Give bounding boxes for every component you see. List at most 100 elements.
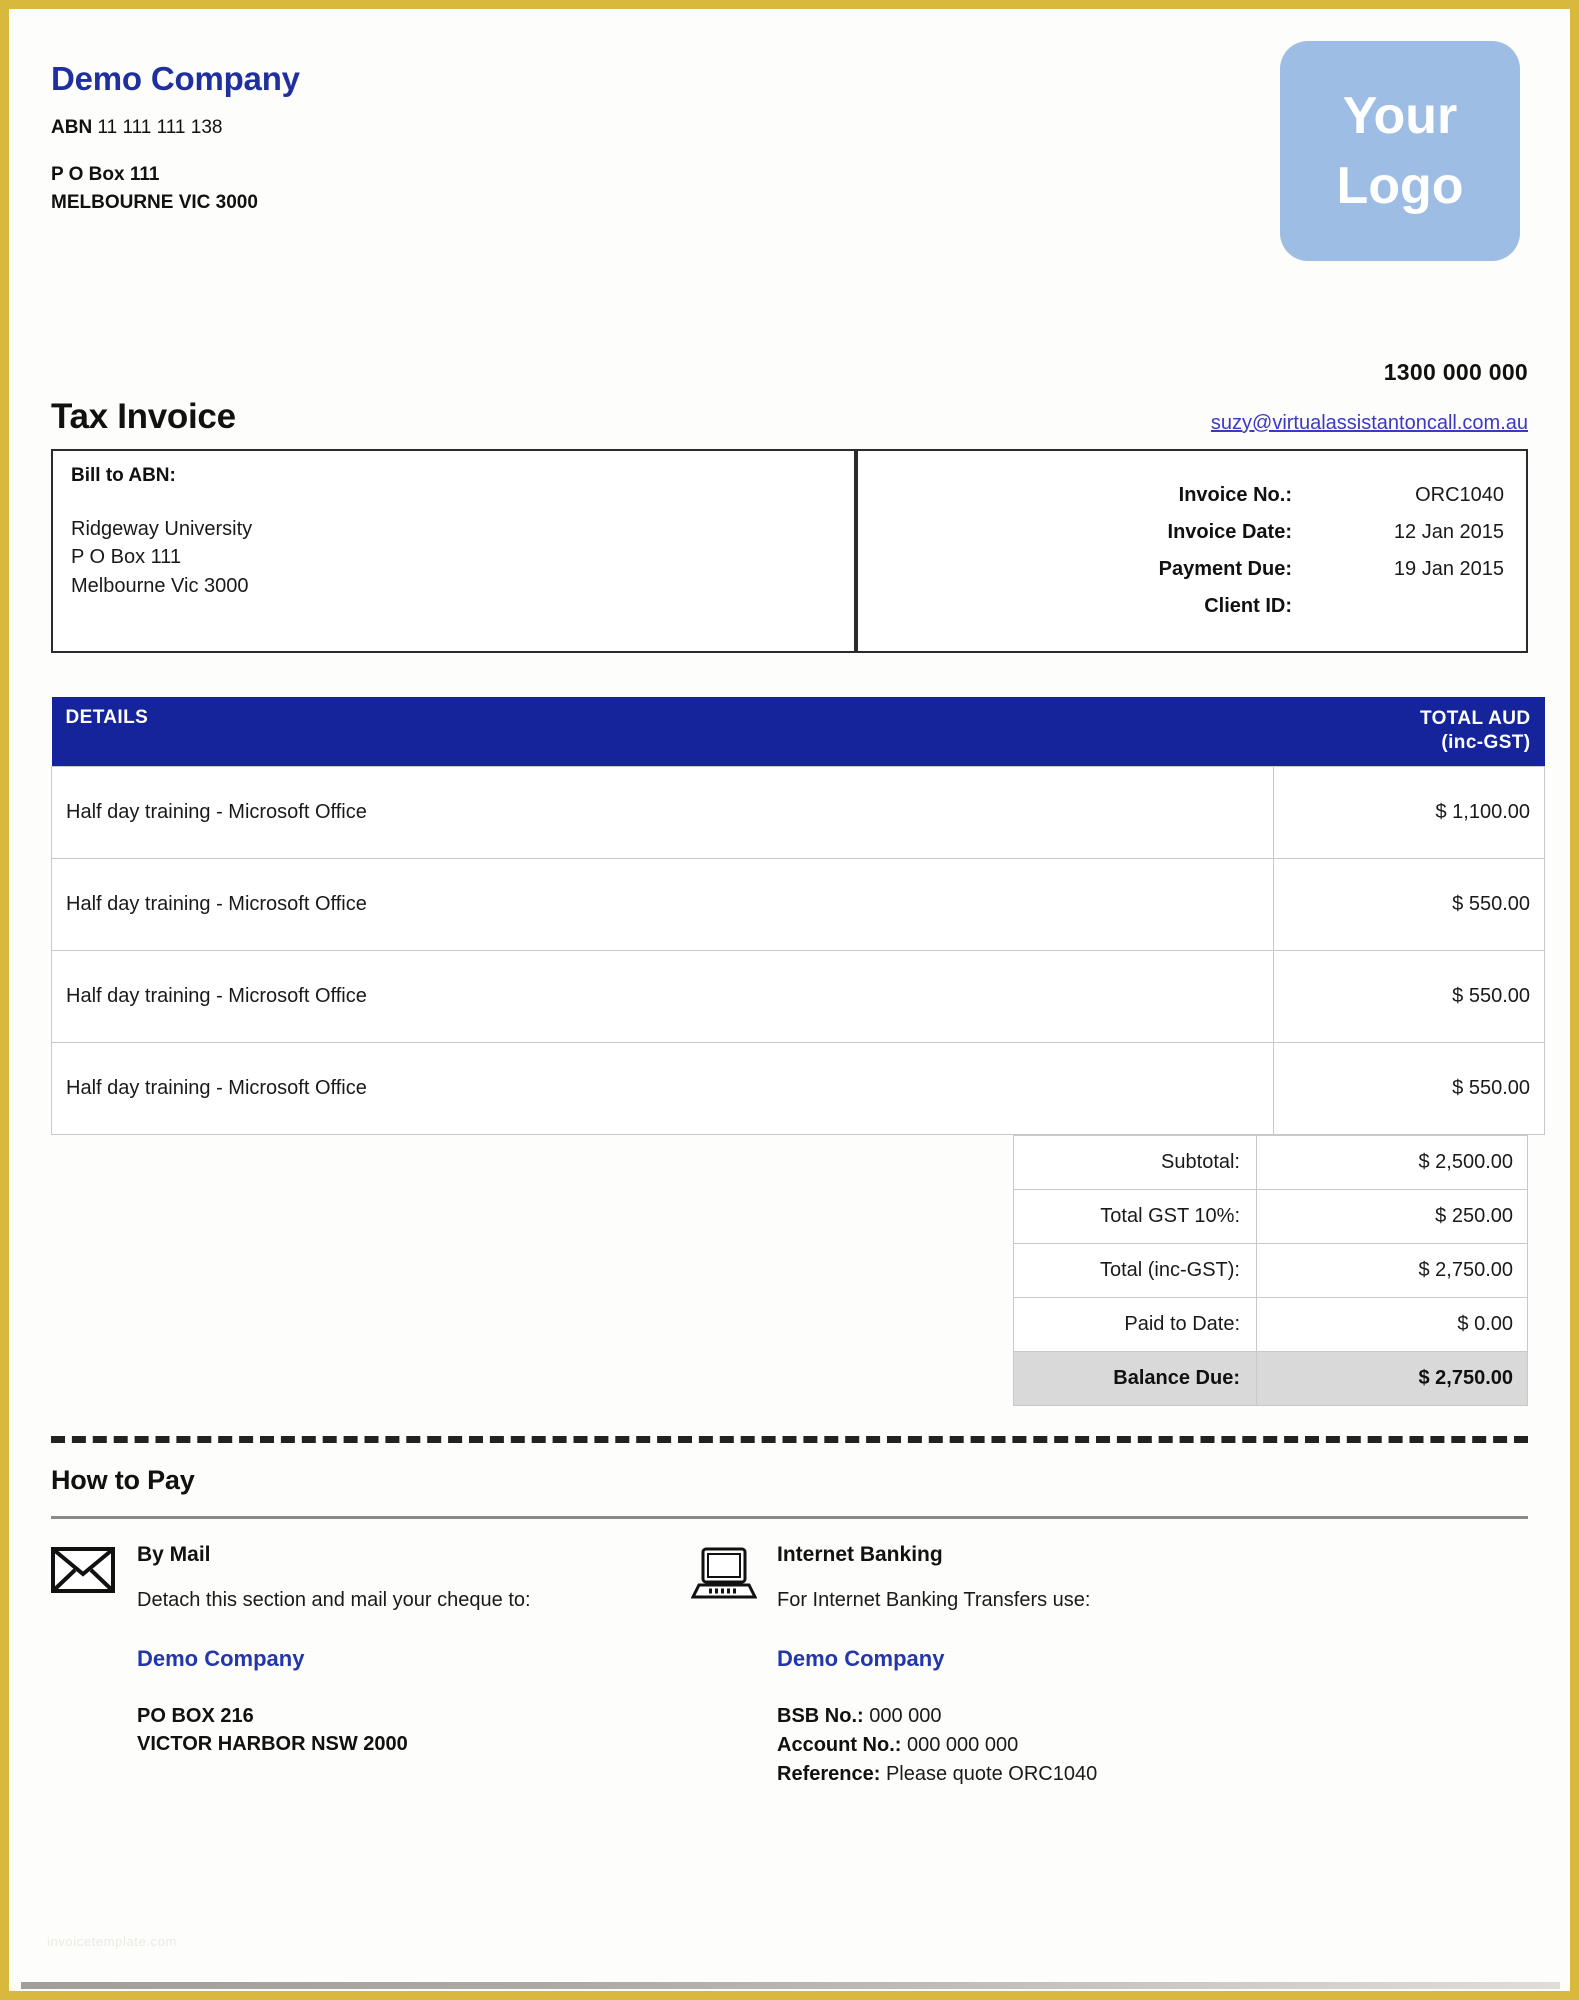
balance-due-value: $ 2,750.00 — [1256, 1350, 1528, 1406]
phone-number: 1300 000 000 — [1383, 359, 1528, 385]
logo-line-1: Your — [1342, 86, 1458, 145]
company-address-line1: P O Box 111 — [51, 164, 160, 186]
invoice-no-value: ORC1040 — [1415, 484, 1504, 506]
abn-number: 11 111 111 138 — [97, 117, 223, 139]
internet-banking-body: Internet Banking For Internet Banking Tr… — [777, 1541, 1097, 1790]
internet-banking-instruction: For Internet Banking Transfers use: — [777, 1588, 1091, 1611]
totals-table: Subtotal: $ 2,500.00 Total GST 10%: $ 25… — [1013, 1134, 1528, 1406]
gst-value: $ 250.00 — [1256, 1188, 1528, 1244]
envelope-icon — [51, 1541, 137, 1790]
payment-due-value: 19 Jan 2015 — [1393, 558, 1504, 580]
balance-due-label: Balance Due: — [1013, 1350, 1257, 1406]
detach-dashed-divider — [51, 1435, 1528, 1443]
watermark-text: invoicetemplate.com — [47, 1934, 177, 1949]
mail-address-line1: PO BOX 216 — [137, 1704, 254, 1727]
abn-line: ABN 11 111 111 138 — [51, 117, 300, 139]
totals-wrap: Subtotal: $ 2,500.00 Total GST 10%: $ 25… — [51, 1134, 1528, 1406]
column-header-details: DETAILS — [51, 697, 1274, 767]
reference-label: Reference: — [777, 1763, 881, 1785]
item-amount: $ 550.00 — [1273, 1041, 1545, 1135]
invoice-title-row: Tax Invoice — [51, 397, 1528, 437]
bill-to-heading: Bill to ABN: — [71, 465, 176, 486]
invoice-date-label: Invoice Date: — [1167, 521, 1292, 543]
account-value: 000 000 000 — [907, 1733, 1019, 1756]
paid-to-date-label: Paid to Date: — [1013, 1296, 1257, 1352]
payment-method-internet-banking: Internet Banking For Internet Banking Tr… — [690, 1541, 1331, 1790]
item-description: Half day training - Microsoft Office — [51, 765, 1274, 859]
client-id-label: Client ID: — [1204, 595, 1292, 617]
bill-to-line2: P O Box 111 — [71, 546, 182, 569]
internet-banking-company-name: Demo Company — [777, 1645, 945, 1671]
line-items-table: DETAILS TOTAL AUD (inc-GST) Half day tra… — [51, 697, 1545, 1135]
bsb-label: BSB No.: — [777, 1704, 864, 1727]
detail-row: Client ID: — [872, 588, 1504, 625]
account-row: Account No.: 000 000 000 — [777, 1731, 1097, 1760]
payment-methods: By Mail Detach this section and mail you… — [51, 1541, 1528, 1790]
column-header-total-line2: (inc-GST) — [1441, 732, 1531, 754]
invoice-content: Demo Company ABN 11 111 111 138 P O Box … — [9, 9, 1570, 1991]
bsb-row: BSB No.: 000 000 — [777, 1702, 1097, 1731]
table-header-row: DETAILS TOTAL AUD (inc-GST) — [51, 697, 1545, 767]
item-amount: $ 550.00 — [1273, 857, 1545, 951]
total-label: Total (inc-GST): — [1013, 1242, 1257, 1298]
invoice-date-value: 12 Jan 2015 — [1393, 521, 1504, 543]
mail-heading: By Mail — [137, 1542, 211, 1566]
invoice-meta-row: Bill to ABN: Ridgeway University P O Box… — [51, 449, 1528, 653]
bsb-value: 000 000 — [869, 1704, 942, 1727]
detail-row: Payment Due: 19 Jan 2015 — [872, 551, 1504, 588]
abn-label: ABN — [51, 117, 93, 139]
how-to-pay-rule — [51, 1515, 1528, 1519]
bill-to-address: Ridgeway University P O Box 111 Melbourn… — [71, 515, 836, 600]
how-to-pay-heading: How to Pay — [51, 1464, 195, 1495]
bill-to-line3: Melbourne Vic 3000 — [71, 574, 249, 597]
item-description: Half day training - Microsoft Office — [51, 1041, 1274, 1135]
company-address-line2: MELBOURNE VIC 3000 — [51, 191, 258, 213]
totals-row-total: Total (inc-GST): $ 2,750.00 — [1013, 1242, 1528, 1298]
mail-address-line2: VICTOR HARBOR NSW 2000 — [137, 1733, 408, 1756]
internet-banking-heading: Internet Banking — [777, 1542, 943, 1566]
bank-details: BSB No.: 000 000 Account No.: 000 000 00… — [777, 1702, 1097, 1790]
table-row: Half day training - Microsoft Office $ 5… — [51, 1041, 1545, 1135]
totals-row-subtotal: Subtotal: $ 2,500.00 — [1013, 1134, 1528, 1190]
item-amount: $ 550.00 — [1273, 949, 1545, 1043]
totals-row-paid: Paid to Date: $ 0.00 — [1013, 1296, 1528, 1352]
invoice-details-box: Invoice No.: ORC1040 Invoice Date: 12 Ja… — [856, 449, 1528, 653]
company-block: Demo Company ABN 11 111 111 138 P O Box … — [51, 39, 300, 216]
reference-row: Reference: Please quote ORC1040 — [777, 1760, 1097, 1789]
detail-row: Invoice Date: 12 Jan 2015 — [872, 514, 1504, 551]
bill-to-box: Bill to ABN: Ridgeway University P O Box… — [51, 449, 857, 653]
gst-label: Total GST 10%: — [1013, 1188, 1257, 1244]
mail-instruction: Detach this section and mail your cheque… — [137, 1588, 531, 1611]
item-amount: $ 1,100.00 — [1273, 765, 1545, 859]
reference-value: Please quote ORC1040 — [885, 1763, 1098, 1785]
company-address: P O Box 111 MELBOURNE VIC 3000 — [51, 161, 300, 216]
payment-due-label: Payment Due: — [1158, 558, 1292, 580]
logo-line-2: Logo — [1336, 157, 1464, 215]
company-name: Demo Company — [51, 60, 300, 97]
item-description: Half day training - Microsoft Office — [51, 949, 1274, 1043]
detail-row: Invoice No.: ORC1040 — [872, 477, 1504, 514]
laptop-icon — [690, 1541, 777, 1790]
column-header-total-line1: TOTAL AUD — [1419, 708, 1531, 729]
table-row: Half day training - Microsoft Office $ 5… — [51, 857, 1545, 951]
company-logo-placeholder: Your Logo — [1280, 41, 1520, 261]
totals-row-balance-due: Balance Due: $ 2,750.00 — [1013, 1350, 1528, 1406]
paid-to-date-value: $ 0.00 — [1256, 1296, 1528, 1352]
item-description: Half day training - Microsoft Office — [51, 857, 1274, 951]
mail-body: By Mail Detach this section and mail you… — [137, 1541, 531, 1790]
subtotal-value: $ 2,500.00 — [1256, 1134, 1528, 1190]
account-label: Account No.: — [777, 1733, 902, 1756]
total-value: $ 2,750.00 — [1256, 1242, 1528, 1298]
invoice-header: Demo Company ABN 11 111 111 138 P O Box … — [51, 39, 1528, 289]
mail-company-name: Demo Company — [137, 1645, 305, 1671]
mail-address: PO BOX 216 VICTOR HARBOR NSW 2000 — [137, 1702, 531, 1759]
bill-to-line1: Ridgeway University — [71, 518, 253, 540]
subtotal-label: Subtotal: — [1013, 1134, 1257, 1190]
payment-method-mail: By Mail Detach this section and mail you… — [51, 1541, 691, 1790]
invoice-page: Demo Company ABN 11 111 111 138 P O Box … — [0, 0, 1579, 2000]
page-bottom-shadow — [21, 1982, 1560, 1989]
table-row: Half day training - Microsoft Office $ 1… — [51, 765, 1545, 859]
table-row: Half day training - Microsoft Office $ 5… — [51, 949, 1545, 1043]
column-header-total: TOTAL AUD (inc-GST) — [1273, 697, 1545, 767]
page-title: Tax Invoice — [51, 397, 236, 436]
